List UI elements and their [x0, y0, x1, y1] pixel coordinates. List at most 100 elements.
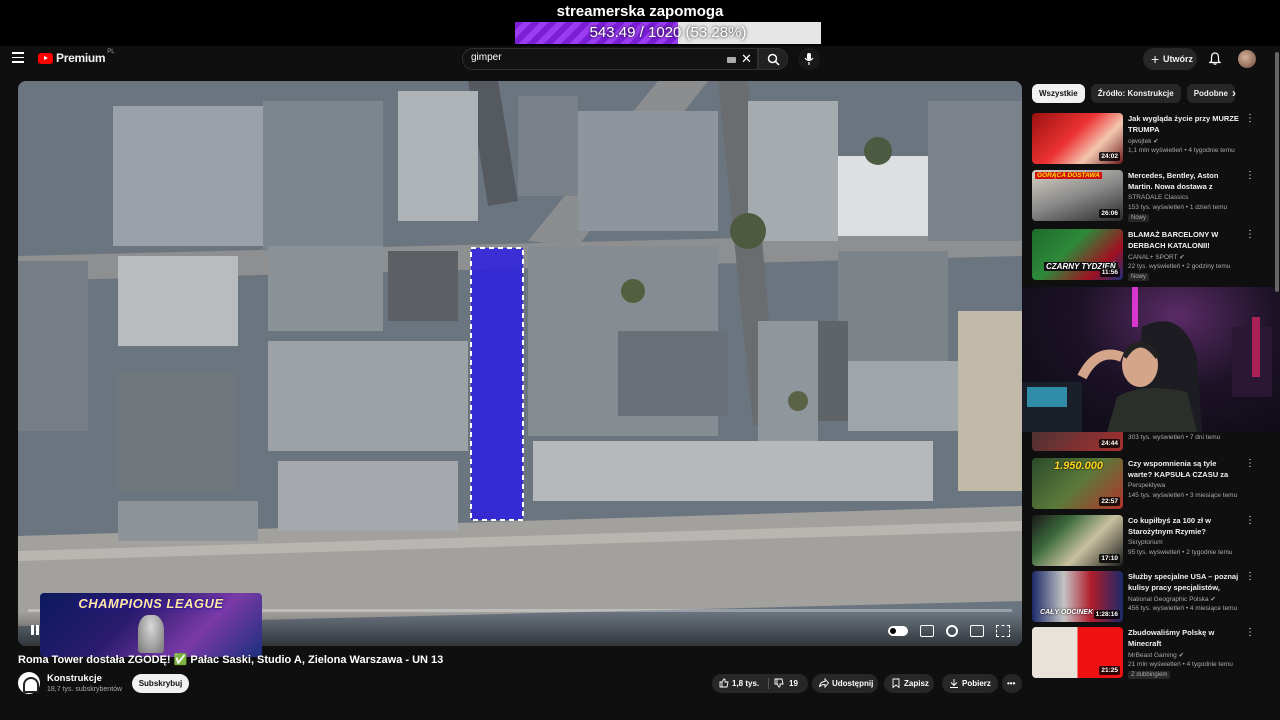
settings-gear-icon[interactable]: [946, 625, 958, 637]
player-right-controls: [888, 625, 1010, 637]
menu-icon[interactable]: [12, 52, 24, 64]
scrollbar-thumb[interactable]: [1275, 52, 1279, 292]
rec-meta: 1,1 mln wyświetleń • 4 tygodnie temu: [1128, 147, 1235, 154]
rec-meta: 153 tys. wyświetleń • 1 dzień temu: [1128, 204, 1228, 211]
search-input[interactable]: gimper ✕: [462, 48, 758, 70]
bookmark-icon: [892, 678, 900, 688]
rec-channel[interactable]: National Geographic Polska ✔: [1128, 595, 1216, 603]
save-button[interactable]: Zapisz: [884, 674, 934, 693]
kebab-menu-icon[interactable]: ⋮: [1245, 114, 1255, 124]
video-duration: 22:57: [1099, 497, 1120, 506]
stream-overlay: streamerska zapomoga 543.49 / 1020 (53.2…: [0, 0, 1280, 46]
webcam-scene: [1022, 287, 1272, 432]
notifications-bell-icon[interactable]: [1209, 52, 1221, 65]
rec-title[interactable]: BLAMAŻ BARCELONY W DERBACH KATALONII! YA…: [1128, 230, 1240, 251]
search-button[interactable]: [758, 48, 788, 70]
rec-channel[interactable]: Skryptorium: [1128, 539, 1163, 546]
list-item[interactable]: 21:25 Zbudowaliśmy Polskę w Minecraft Mr…: [1032, 627, 1262, 681]
video-thumbnail[interactable]: 24:02: [1032, 113, 1123, 164]
subscriber-count: 18,7 tys. subskrybentów: [47, 686, 123, 693]
rec-title[interactable]: Zbudowaliśmy Polskę w Minecraft: [1128, 628, 1240, 649]
microphone-icon: [804, 53, 814, 65]
autoplay-toggle[interactable]: [888, 626, 908, 636]
video-player[interactable]: [18, 81, 1022, 646]
account-avatar[interactable]: [1238, 50, 1256, 68]
video-thumbnail[interactable]: GORĄCA DOSTAWA 26:06: [1032, 170, 1123, 221]
kebab-menu-icon[interactable]: ⋮: [1245, 230, 1255, 240]
rec-title[interactable]: Co kupiłbyś za 100 zł w Starożytnym Rzym…: [1128, 516, 1240, 537]
rec-meta: 21 mln wyświetleń • 4 tygodnie temu: [1128, 661, 1233, 668]
like-count[interactable]: 1,8 tys.: [732, 679, 759, 688]
rec-channel[interactable]: Perspektywa: [1128, 482, 1165, 489]
rec-title[interactable]: Mercedes, Bentley, Aston Martin. Nowa do…: [1128, 171, 1240, 192]
video-duration: 26:06: [1099, 209, 1120, 218]
list-item[interactable]: 1.950.000 22:57 Czy wspomnienia są tyle …: [1032, 458, 1262, 512]
thumbs-down-icon[interactable]: [774, 678, 784, 688]
chip-all[interactable]: Wszystkie: [1032, 84, 1085, 103]
rec-meta: 22 tys. wyświetleń • 2 godziny temu: [1128, 263, 1231, 270]
video-duration: 11:56: [1099, 268, 1120, 277]
rec-meta: 456 tys. wyświetleń • 4 miesiące temu: [1128, 605, 1238, 612]
rec-channel[interactable]: MrBeast Gaming ✔: [1128, 651, 1184, 659]
logo-region: PL: [107, 49, 115, 55]
voice-search-button[interactable]: [798, 48, 820, 70]
like-dislike-group: 1,8 tys. 19: [712, 674, 808, 693]
rec-title[interactable]: Jak wygląda życie przy MURZE TRUMPA: [1128, 114, 1240, 135]
trophy-icon: [138, 615, 164, 653]
fullscreen-icon[interactable]: [996, 625, 1010, 637]
video-duration: 21:25: [1099, 666, 1120, 675]
list-item[interactable]: GORĄCA DOSTAWA 26:06 Mercedes, Bentley, …: [1032, 170, 1262, 224]
download-button[interactable]: Pobierz: [942, 674, 998, 693]
subtitles-icon[interactable]: [920, 625, 934, 637]
theater-mode-icon[interactable]: [970, 625, 984, 637]
more-dots-icon: •••: [1007, 679, 1016, 688]
create-button[interactable]: + Utwórz: [1143, 48, 1197, 70]
download-label: Pobierz: [962, 679, 991, 688]
kebab-menu-icon[interactable]: ⋮: [1245, 516, 1255, 526]
chevron-right-icon[interactable]: ›: [1232, 86, 1236, 100]
kebab-menu-icon[interactable]: ⋮: [1245, 459, 1255, 469]
keyboard-icon[interactable]: [727, 57, 736, 63]
channel-avatar[interactable]: [18, 672, 40, 694]
rec-title[interactable]: Służby specjalne USA – poznaj kulisy pra…: [1128, 572, 1240, 593]
kebab-menu-icon[interactable]: ⋮: [1245, 628, 1255, 638]
rec-title[interactable]: Czy wspomnienia są tyle warte? KAPSUŁA C…: [1128, 459, 1240, 480]
chip-related[interactable]: Podobne: [1186, 84, 1235, 103]
list-item[interactable]: CZARNY TYDZIEŃ 11:56 BLAMAŻ BARCELONY W …: [1032, 229, 1262, 283]
donation-goal-title: streamerska zapomoga: [556, 3, 724, 20]
list-item[interactable]: 17:10 Co kupiłbyś za 100 zł w Starożytny…: [1032, 515, 1262, 569]
youtube-header: Premium PL gimper ✕ + Utwórz: [0, 46, 1280, 72]
video-thumbnail[interactable]: 1.950.000 22:57: [1032, 458, 1123, 509]
pause-icon[interactable]: [30, 624, 40, 636]
subscribe-button[interactable]: Subskrybuj: [132, 674, 189, 693]
clear-search-icon[interactable]: ✕: [741, 51, 752, 67]
youtube-logo[interactable]: Premium PL: [38, 49, 115, 65]
dislike-count[interactable]: 19: [789, 674, 798, 693]
list-item[interactable]: CAŁY ODCINEK 1:28:16 Służby specjalne US…: [1032, 571, 1262, 625]
stream-overlay-thumbnail: CHAMPIONS LEAGUE: [40, 593, 262, 657]
video-thumbnail[interactable]: CZARNY TYDZIEŃ 11:56: [1032, 229, 1123, 280]
rec-meta: 95 tys. wyświetleń • 2 tygodnie temu: [1128, 549, 1233, 556]
rec-channel[interactable]: ojwojtek ✔: [1128, 137, 1159, 145]
video-thumbnail[interactable]: 21:25: [1032, 627, 1123, 678]
video-thumbnail[interactable]: CAŁY ODCINEK 1:28:16: [1032, 571, 1123, 622]
thumbs-up-icon[interactable]: [719, 678, 729, 688]
video-duration: 1:28:16: [1093, 610, 1120, 619]
logo-text: Premium: [56, 51, 106, 65]
kebab-menu-icon[interactable]: ⋮: [1245, 171, 1255, 181]
kebab-menu-icon[interactable]: ⋮: [1245, 572, 1255, 582]
channel-name[interactable]: Konstrukcje: [47, 673, 102, 684]
rec-meta: 145 tys. wyświetleń • 3 miesiące temu: [1128, 492, 1238, 499]
more-actions-button[interactable]: •••: [1002, 674, 1022, 693]
video-duration: 17:10: [1099, 554, 1120, 563]
chip-source[interactable]: Źródło: Konstrukcje: [1090, 84, 1181, 103]
rec-meta: 303 tys. wyświetleń • 7 dni temu: [1128, 434, 1221, 441]
video-thumbnail[interactable]: 17:10: [1032, 515, 1123, 566]
video-frame-aerial-map: [18, 81, 1022, 646]
list-item[interactable]: 24:02 Jak wygląda życie przy MURZE TRUMP…: [1032, 113, 1262, 167]
rec-channel[interactable]: STRADALE Classics: [1128, 194, 1188, 201]
search-query[interactable]: gimper: [471, 52, 502, 63]
rec-channel[interactable]: CANAL+ SPORT ✔: [1128, 253, 1185, 261]
save-label: Zapisz: [904, 679, 929, 688]
share-button[interactable]: Udostępnij: [812, 674, 878, 693]
